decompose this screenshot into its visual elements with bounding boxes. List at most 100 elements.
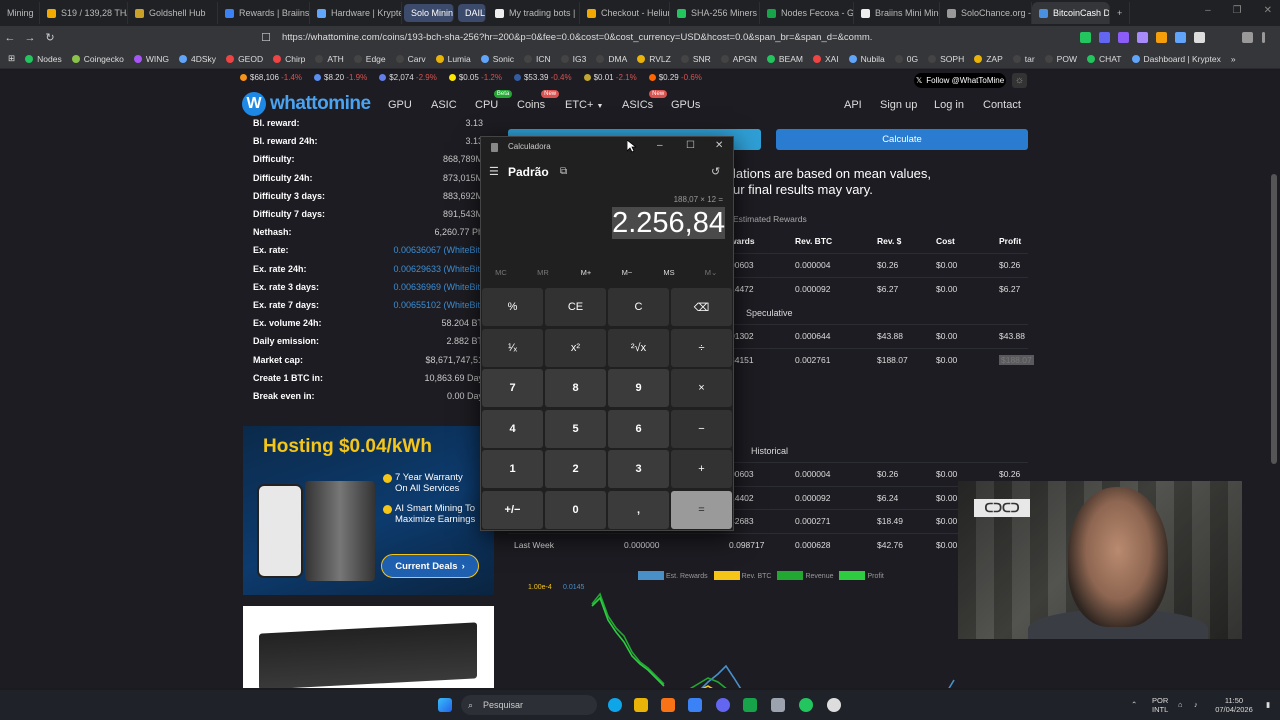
memory-button[interactable]: M⌄ (691, 268, 731, 277)
calc-key[interactable]: × (671, 369, 732, 407)
start-icon[interactable] (438, 698, 452, 712)
browser-tab[interactable]: Solo Mining (404, 4, 454, 22)
nav-contact[interactable]: Contact (983, 99, 1021, 111)
bookmark-item[interactable]: GEOD (221, 54, 268, 64)
browser-tab[interactable]: Braiins Mini Mine (854, 2, 940, 24)
bookmark-item[interactable]: POW (1040, 54, 1082, 64)
calc-key[interactable]: +/− (482, 490, 543, 529)
bookmark-item[interactable]: IG3 (556, 54, 592, 64)
calc-key[interactable]: 8 (545, 369, 606, 407)
nav-etc[interactable]: ETC+ ▼ (565, 99, 603, 111)
calculator-titlebar[interactable]: Calculadora – ☐ ✕ (481, 137, 733, 157)
bookmark-item[interactable]: XAI (808, 54, 844, 64)
edge-icon[interactable] (608, 698, 622, 712)
extension-icon[interactable] (1194, 32, 1205, 43)
extension-icon[interactable] (1080, 32, 1091, 43)
bookmark-item[interactable]: Dashboard | Kryptex (1127, 54, 1226, 64)
calc-key[interactable]: 0 (545, 490, 606, 529)
scrollbar-thumb[interactable] (1271, 174, 1277, 464)
bookmark-item[interactable]: Carv (391, 54, 431, 64)
browser-tab[interactable]: My trading bots | (488, 2, 580, 24)
close-icon[interactable]: ✕ (1264, 5, 1272, 16)
browser-tab[interactable]: Rewards | Braiins (218, 2, 310, 24)
ticker-item[interactable]: $8.20 -1.9% (314, 73, 367, 82)
volume-icon[interactable]: ♪ (1194, 700, 1198, 709)
calc-key[interactable]: ⌫ (671, 288, 732, 326)
calc-key[interactable]: 2 (545, 450, 606, 488)
history-icon[interactable]: ↺ (711, 165, 720, 178)
nav-gpu[interactable]: GPU (388, 99, 412, 111)
current-deals-button[interactable]: Current Deals › (381, 554, 479, 578)
browser-tab[interactable]: S19 / 139,28 TH/s (40, 2, 128, 24)
bookmark-item[interactable]: APGN (716, 54, 762, 64)
calculator-taskbar-icon[interactable] (771, 698, 785, 712)
bookmark-item[interactable]: tar (1008, 54, 1040, 64)
bookmark-item[interactable]: 0G (890, 54, 923, 64)
calc-key[interactable]: − (671, 409, 732, 448)
minimize-icon[interactable]: – (657, 140, 663, 151)
memory-button[interactable]: MR (523, 268, 563, 277)
calc-key[interactable]: 7 (482, 369, 543, 407)
stat-value[interactable]: 0.00629633 (WhiteBit) (393, 264, 483, 274)
browser-tab[interactable]: SoloChance.org - (940, 2, 1032, 24)
stat-value[interactable]: 0.00636067 (WhiteBit) (393, 245, 483, 255)
hosting-ad[interactable]: Hosting $0.04/kWh 7 Year Warranty On All… (243, 426, 494, 595)
menu-icon[interactable]: ☰ (489, 165, 499, 178)
clock[interactable]: 11:50 07/04/2026 (1212, 696, 1256, 714)
calc-key[interactable]: ¹⁄ₓ (482, 328, 543, 367)
ticker-item[interactable]: $2,074 -2.9% (379, 73, 437, 82)
tray-chevron-icon[interactable]: ⌃ (1131, 700, 1137, 709)
extension-icon[interactable] (1099, 32, 1110, 43)
language-indicator[interactable]: POR INTL (1152, 696, 1168, 714)
hardware-ad[interactable] (243, 606, 494, 688)
network-icon[interactable]: ⌂ (1178, 700, 1183, 709)
nav-login[interactable]: Log in (934, 99, 964, 111)
bookmark-item[interactable]: Lumia (431, 54, 476, 64)
minimize-icon[interactable]: – (1205, 5, 1211, 16)
bookmark-item[interactable]: Sonic (476, 54, 519, 64)
theme-toggle-icon[interactable]: ☼ (1012, 73, 1027, 88)
calc-key[interactable]: 1 (482, 450, 543, 488)
calculate-button[interactable]: Calculate (776, 129, 1028, 150)
calc-key[interactable]: C (608, 288, 669, 326)
chatgpt-icon[interactable] (827, 698, 841, 712)
bookmark-item[interactable]: CHAT (1082, 54, 1127, 64)
extension-icon[interactable] (1118, 32, 1129, 43)
nav-cpu[interactable]: CPU Beta (475, 90, 513, 111)
more-bookmarks-icon[interactable]: » (1226, 54, 1241, 64)
nav-signup[interactable]: Sign up (880, 99, 917, 111)
calc-key[interactable]: 6 (608, 409, 669, 448)
keep-on-top-icon[interactable]: ⧉ (560, 166, 567, 177)
taskbar-search[interactable]: ⌕ Pesquisar (461, 695, 597, 715)
calc-key[interactable]: 4 (482, 409, 543, 448)
browser-tab[interactable]: Checkout - Helium (580, 2, 670, 24)
back-icon[interactable]: ← (0, 32, 20, 44)
calc-key[interactable]: , (608, 490, 669, 529)
sidebar-icon[interactable] (1242, 32, 1253, 43)
browser-tab[interactable]: Hardware | Krypte (310, 2, 402, 24)
nav-asics[interactable]: ASICs New (622, 90, 668, 111)
bookmark-item[interactable]: Edge (349, 54, 391, 64)
nav-gpus[interactable]: GPUs (671, 99, 700, 111)
calc-key[interactable]: ²√x (608, 328, 669, 367)
maximize-icon[interactable]: ☐ (686, 140, 695, 151)
ticker-item[interactable]: $0.05 -1.2% (448, 73, 502, 82)
page-scrollbar[interactable] (1268, 70, 1280, 688)
browser-tab[interactable]: Mining (0, 2, 40, 24)
bookmark-item[interactable]: SOPH (923, 54, 969, 64)
close-icon[interactable]: ✕ (715, 140, 723, 151)
menu-icon[interactable] (1262, 32, 1265, 43)
bookmark-item[interactable]: 4DSky (174, 54, 221, 64)
calc-key[interactable]: ÷ (671, 328, 732, 367)
extension-icon[interactable] (1175, 32, 1186, 43)
nav-coins[interactable]: Coins New (517, 90, 560, 111)
calc-key[interactable]: % (482, 288, 543, 326)
apps-icon[interactable]: ⊞ (0, 53, 20, 64)
calc-key[interactable]: x² (545, 328, 606, 367)
nav-asic[interactable]: ASIC (431, 99, 457, 111)
memory-button[interactable]: M+ (566, 268, 606, 277)
excel-icon[interactable] (743, 698, 757, 712)
brave-icon[interactable] (661, 698, 675, 712)
calc-key[interactable]: = (671, 490, 732, 529)
calc-key[interactable]: CE (545, 288, 606, 326)
